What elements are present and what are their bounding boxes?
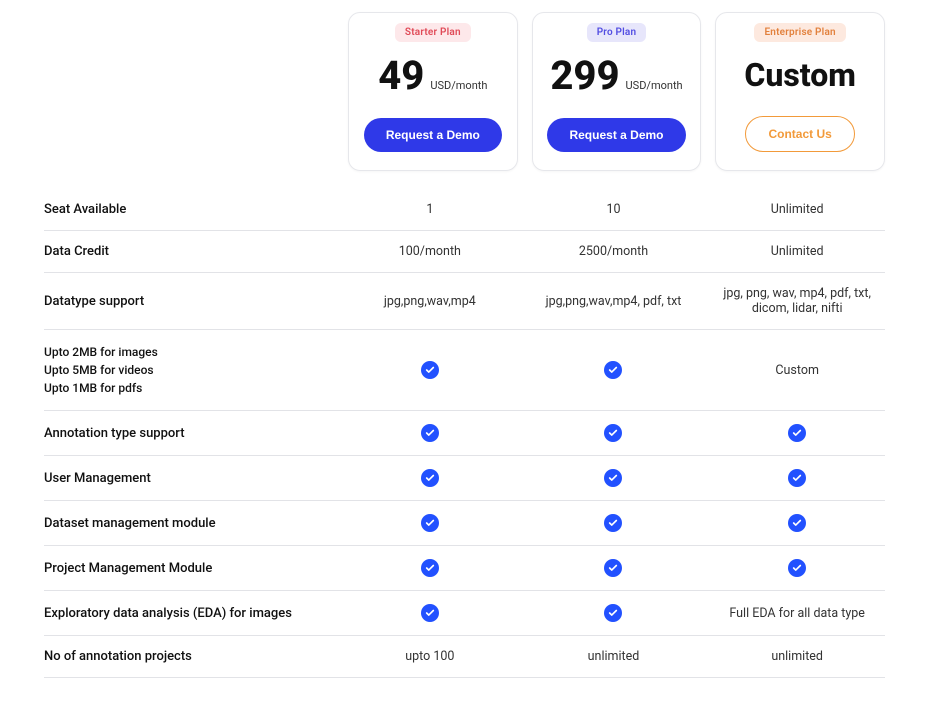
feature-cell-enterprise: unlimited xyxy=(709,649,885,664)
feature-row: Dataset management module xyxy=(44,501,885,546)
feature-cell-enterprise xyxy=(709,514,885,532)
feature-row: No of annotation projects upto 100 unlimit… xyxy=(44,636,885,678)
feature-cell-pro: 10 xyxy=(526,202,702,217)
feature-cell-enterprise xyxy=(709,469,885,487)
check-icon xyxy=(604,514,622,532)
feature-cell-starter: 100/month xyxy=(342,244,518,259)
check-icon xyxy=(788,424,806,442)
feature-cell-enterprise xyxy=(709,424,885,442)
feature-label: User Management xyxy=(44,471,334,486)
feature-cell-starter xyxy=(342,514,518,532)
plan-badge-enterprise: Enterprise Plan xyxy=(754,23,845,42)
feature-cell-starter: jpg,png,wav,mp4 xyxy=(342,294,518,309)
feature-cell-enterprise: jpg, png, wav, mp4, pdf, txt, dicom, lid… xyxy=(709,286,885,316)
feature-label: Datatype support xyxy=(44,294,334,309)
check-icon xyxy=(421,469,439,487)
check-icon xyxy=(604,424,622,442)
check-icon xyxy=(421,514,439,532)
feature-row: Seat Available 1 10 Unlimited xyxy=(44,189,885,231)
plan-price-starter: 49 xyxy=(378,56,424,96)
feature-cell-pro: 2500/month xyxy=(526,244,702,259)
feature-label: Seat Available xyxy=(44,202,334,217)
feature-cell-starter xyxy=(342,424,518,442)
plan-card-enterprise: Enterprise Plan Custom Contact Us xyxy=(715,12,885,171)
contact-us-button[interactable]: Contact Us xyxy=(745,116,854,152)
feature-cell-enterprise: Unlimited xyxy=(709,202,885,217)
feature-row: Upto 2MB for imagesUpto 5MB for videosUp… xyxy=(44,330,885,411)
check-icon xyxy=(421,604,439,622)
plan-card-pro: Pro Plan 299 USD/month Request a Demo xyxy=(532,12,702,171)
feature-row: Project Management Module xyxy=(44,546,885,591)
plan-unit-pro: USD/month xyxy=(626,79,683,92)
plan-price-pro: 299 xyxy=(550,56,619,96)
feature-cell-starter xyxy=(342,361,518,379)
feature-label: Dataset management module xyxy=(44,516,334,531)
check-icon xyxy=(788,559,806,577)
feature-label: Annotation type support xyxy=(44,426,334,441)
check-icon xyxy=(421,559,439,577)
check-icon xyxy=(788,514,806,532)
plan-unit-starter: USD/month xyxy=(430,79,487,92)
feature-cell-starter xyxy=(342,604,518,622)
plan-price-enterprise: Custom xyxy=(744,56,856,94)
feature-cell-starter: 1 xyxy=(342,202,518,217)
feature-row: User Management xyxy=(44,456,885,501)
feature-cell-pro xyxy=(526,424,702,442)
feature-cell-starter: upto 100 xyxy=(342,649,518,664)
feature-label: Upto 2MB for imagesUpto 5MB for videosUp… xyxy=(44,343,334,397)
feature-row: Data Credit 100/month 2500/month Unlimited xyxy=(44,231,885,273)
request-demo-pro-button[interactable]: Request a Demo xyxy=(547,118,685,152)
feature-cell-enterprise: Full EDA for all data type xyxy=(709,606,885,621)
feature-cell-enterprise: Unlimited xyxy=(709,244,885,259)
check-icon xyxy=(604,469,622,487)
feature-cell-pro: jpg,png,wav,mp4, pdf, txt xyxy=(526,294,702,309)
feature-cell-enterprise xyxy=(709,559,885,577)
plan-card-starter: Starter Plan 49 USD/month Request a Demo xyxy=(348,12,518,171)
check-icon xyxy=(604,604,622,622)
plan-badge-starter: Starter Plan xyxy=(395,23,471,42)
feature-cell-pro xyxy=(526,559,702,577)
feature-cell-pro xyxy=(526,514,702,532)
check-icon xyxy=(421,361,439,379)
feature-row: Exploratory data analysis (EDA) for imag… xyxy=(44,591,885,636)
check-icon xyxy=(604,361,622,379)
feature-label: Project Management Module xyxy=(44,561,334,576)
check-icon xyxy=(788,469,806,487)
feature-cell-starter xyxy=(342,559,518,577)
feature-label: No of annotation projects xyxy=(44,649,334,664)
feature-cell-starter xyxy=(342,469,518,487)
feature-comparison-table: Seat Available 1 10 Unlimited Data Credit 100… xyxy=(44,189,885,678)
check-icon xyxy=(421,424,439,442)
request-demo-starter-button[interactable]: Request a Demo xyxy=(364,118,502,152)
check-icon xyxy=(604,559,622,577)
plan-badge-pro: Pro Plan xyxy=(587,23,647,42)
feature-row: Datatype support jpg,png,wav,mp4 jpg,png,w… xyxy=(44,273,885,330)
feature-cell-enterprise: Custom xyxy=(709,363,885,378)
feature-label: Exploratory data analysis (EDA) for imag… xyxy=(44,606,334,621)
feature-label: Data Credit xyxy=(44,244,334,259)
feature-row: Annotation type support xyxy=(44,411,885,456)
feature-cell-pro xyxy=(526,469,702,487)
feature-cell-pro: unlimited xyxy=(526,649,702,664)
feature-cell-pro xyxy=(526,604,702,622)
feature-cell-pro xyxy=(526,361,702,379)
